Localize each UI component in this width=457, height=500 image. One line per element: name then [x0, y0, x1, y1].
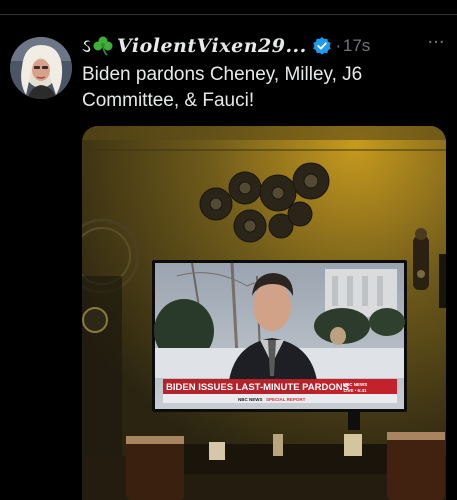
chyron-subline-report: SPECIAL REPORT	[266, 397, 306, 402]
chyron-subline-network: NBC NEWS	[238, 397, 263, 402]
more-options-icon[interactable]: ···	[425, 34, 447, 56]
chyron-network: NBC NEWS	[343, 382, 368, 387]
chyron-headline: BIDEN ISSUES LAST-MINUTE PARDONS	[166, 382, 349, 393]
avatar[interactable]	[10, 37, 72, 99]
separator-dot: ·	[335, 36, 341, 56]
tweet-header: ઽ ViolentVixen29... · 17s	[82, 34, 452, 58]
tweet-text: Biden pardons Cheney, Milley, J6 Committ…	[82, 64, 363, 111]
display-name[interactable]: ViolentVixen29...	[117, 35, 307, 57]
verified-badge-icon	[312, 36, 332, 56]
shamrock-icon	[92, 35, 114, 57]
television: BIDEN ISSUES LAST-MINUTE PARDONS NBC NEW…	[152, 260, 407, 430]
news-chyron: BIDEN ISSUES LAST-MINUTE PARDONS NBC NEW…	[163, 379, 397, 403]
tweet-media-photo[interactable]: BIDEN ISSUES LAST-MINUTE PARDONS NBC NEW…	[82, 126, 446, 500]
chyron-live: LIVE • 6:41	[343, 388, 367, 393]
pendulum-clock-right	[413, 228, 429, 290]
tweet-timestamp[interactable]: 17s	[343, 36, 370, 56]
top-divider-bar	[0, 0, 457, 15]
swirl-emoji-icon: ઽ	[82, 35, 91, 57]
